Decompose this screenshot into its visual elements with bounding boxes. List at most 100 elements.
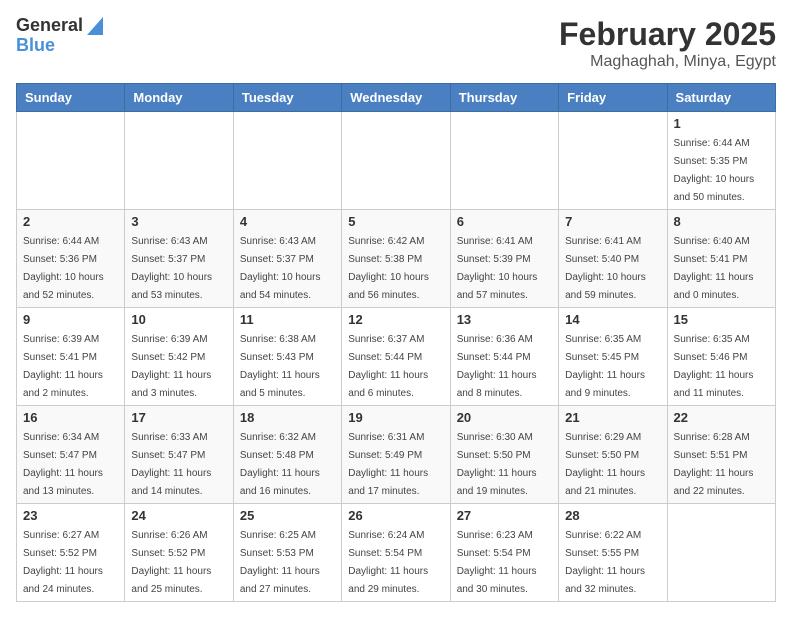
calendar-subtitle: Maghaghah, Minya, Egypt [559, 53, 776, 71]
day-info: Sunrise: 6:23 AM Sunset: 5:54 PM Dayligh… [457, 530, 537, 595]
day-number: 26 [348, 508, 443, 523]
calendar-cell: 18 Sunrise: 6:32 AM Sunset: 5:48 PM Dayli… [233, 406, 341, 504]
day-number: 24 [131, 508, 226, 523]
day-info: Sunrise: 6:27 AM Sunset: 5:52 PM Dayligh… [23, 530, 103, 595]
calendar-cell: 27 Sunrise: 6:23 AM Sunset: 5:54 PM Dayli… [450, 504, 558, 602]
day-number: 10 [131, 312, 226, 327]
calendar-cell: 17 Sunrise: 6:33 AM Sunset: 5:47 PM Dayli… [125, 406, 233, 504]
week-row-2: 2 Sunrise: 6:44 AM Sunset: 5:36 PM Daylig… [17, 210, 776, 308]
calendar-cell: 25Sunrise: 6:25 AM Sunset: 5:53 PM Dayli… [233, 504, 341, 602]
calendar-cell [450, 112, 558, 210]
calendar-cell: 16 Sunrise: 6:34 AM Sunset: 5:47 PM Dayli… [17, 406, 125, 504]
day-info: Sunrise: 6:44 AM Sunset: 5:35 PM Dayligh… [674, 138, 755, 203]
logo: General Blue [16, 16, 103, 56]
day-number: 14 [565, 312, 660, 327]
day-number: 17 [131, 410, 226, 425]
day-number: 16 [23, 410, 118, 425]
calendar-cell: 28Sunrise: 6:22 AM Sunset: 5:55 PM Dayli… [559, 504, 667, 602]
weekday-header-row: SundayMondayTuesdayWednesdayThursdayFrid… [17, 84, 776, 112]
day-info: Sunrise: 6:24 AM Sunset: 5:54 PM Dayligh… [348, 530, 428, 595]
day-info: Sunrise: 6:35 AM Sunset: 5:46 PM Dayligh… [674, 334, 754, 399]
day-number: 27 [457, 508, 552, 523]
day-number: 20 [457, 410, 552, 425]
calendar-table: SundayMondayTuesdayWednesdayThursdayFrid… [16, 83, 776, 602]
day-number: 19 [348, 410, 443, 425]
calendar-cell [667, 504, 775, 602]
day-number: 21 [565, 410, 660, 425]
calendar-cell: 20 Sunrise: 6:30 AM Sunset: 5:50 PM Dayli… [450, 406, 558, 504]
day-number: 23 [23, 508, 118, 523]
calendar-cell: 21 Sunrise: 6:29 AM Sunset: 5:50 PM Dayli… [559, 406, 667, 504]
calendar-cell: 10 Sunrise: 6:39 AM Sunset: 5:42 PM Dayli… [125, 308, 233, 406]
day-number: 9 [23, 312, 118, 327]
day-info: Sunrise: 6:44 AM Sunset: 5:36 PM Dayligh… [23, 236, 104, 301]
day-info: Sunrise: 6:39 AM Sunset: 5:41 PM Dayligh… [23, 334, 103, 399]
day-number: 6 [457, 214, 552, 229]
day-number: 15 [674, 312, 769, 327]
calendar-cell: 12Sunrise: 6:37 AM Sunset: 5:44 PM Dayli… [342, 308, 450, 406]
day-info: Sunrise: 6:41 AM Sunset: 5:40 PM Dayligh… [565, 236, 646, 301]
weekday-header-saturday: Saturday [667, 84, 775, 112]
day-number: 2 [23, 214, 118, 229]
day-info: Sunrise: 6:28 AM Sunset: 5:51 PM Dayligh… [674, 432, 754, 497]
day-info: Sunrise: 6:42 AM Sunset: 5:38 PM Dayligh… [348, 236, 429, 301]
header: General Blue February 2025 Maghaghah, Mi… [16, 16, 776, 71]
weekday-header-sunday: Sunday [17, 84, 125, 112]
day-number: 18 [240, 410, 335, 425]
calendar-cell: 7 Sunrise: 6:41 AM Sunset: 5:40 PM Daylig… [559, 210, 667, 308]
calendar-cell: 26 Sunrise: 6:24 AM Sunset: 5:54 PM Dayli… [342, 504, 450, 602]
calendar-cell [125, 112, 233, 210]
day-info: Sunrise: 6:38 AM Sunset: 5:43 PM Dayligh… [240, 334, 320, 399]
day-info: Sunrise: 6:36 AM Sunset: 5:44 PM Dayligh… [457, 334, 537, 399]
day-info: Sunrise: 6:30 AM Sunset: 5:50 PM Dayligh… [457, 432, 537, 497]
day-info: Sunrise: 6:43 AM Sunset: 5:37 PM Dayligh… [131, 236, 212, 301]
weekday-header-tuesday: Tuesday [233, 84, 341, 112]
day-info: Sunrise: 6:40 AM Sunset: 5:41 PM Dayligh… [674, 236, 754, 301]
calendar-cell: 24 Sunrise: 6:26 AM Sunset: 5:52 PM Dayli… [125, 504, 233, 602]
week-row-3: 9 Sunrise: 6:39 AM Sunset: 5:41 PM Daylig… [17, 308, 776, 406]
calendar-title: February 2025 [559, 16, 776, 53]
calendar-cell: 3Sunrise: 6:43 AM Sunset: 5:37 PM Daylig… [125, 210, 233, 308]
calendar-cell [559, 112, 667, 210]
day-info: Sunrise: 6:22 AM Sunset: 5:55 PM Dayligh… [565, 530, 645, 595]
weekday-header-wednesday: Wednesday [342, 84, 450, 112]
calendar-cell: 14 Sunrise: 6:35 AM Sunset: 5:45 PM Dayli… [559, 308, 667, 406]
day-info: Sunrise: 6:26 AM Sunset: 5:52 PM Dayligh… [131, 530, 211, 595]
calendar-cell: 11 Sunrise: 6:38 AM Sunset: 5:43 PM Dayli… [233, 308, 341, 406]
day-number: 11 [240, 312, 335, 327]
day-number: 1 [674, 116, 769, 131]
day-info: Sunrise: 6:39 AM Sunset: 5:42 PM Dayligh… [131, 334, 211, 399]
calendar-cell: 15 Sunrise: 6:35 AM Sunset: 5:46 PM Dayli… [667, 308, 775, 406]
logo-general-text: General [16, 16, 83, 36]
day-info: Sunrise: 6:31 AM Sunset: 5:49 PM Dayligh… [348, 432, 428, 497]
calendar-cell: 8Sunrise: 6:40 AM Sunset: 5:41 PM Daylig… [667, 210, 775, 308]
day-number: 7 [565, 214, 660, 229]
weekday-header-friday: Friday [559, 84, 667, 112]
calendar-cell: 19 Sunrise: 6:31 AM Sunset: 5:49 PM Dayli… [342, 406, 450, 504]
calendar-cell: 1 Sunrise: 6:44 AM Sunset: 5:35 PM Daylig… [667, 112, 775, 210]
day-info: Sunrise: 6:32 AM Sunset: 5:48 PM Dayligh… [240, 432, 320, 497]
calendar-cell: 13 Sunrise: 6:36 AM Sunset: 5:44 PM Dayli… [450, 308, 558, 406]
day-number: 13 [457, 312, 552, 327]
day-info: Sunrise: 6:41 AM Sunset: 5:39 PM Dayligh… [457, 236, 538, 301]
day-info: Sunrise: 6:33 AM Sunset: 5:47 PM Dayligh… [131, 432, 211, 497]
day-info: Sunrise: 6:43 AM Sunset: 5:37 PM Dayligh… [240, 236, 321, 301]
weekday-header-monday: Monday [125, 84, 233, 112]
calendar-cell: 2 Sunrise: 6:44 AM Sunset: 5:36 PM Daylig… [17, 210, 125, 308]
day-info: Sunrise: 6:37 AM Sunset: 5:44 PM Dayligh… [348, 334, 428, 399]
day-info: Sunrise: 6:29 AM Sunset: 5:50 PM Dayligh… [565, 432, 645, 497]
logo-blue-text: Blue [16, 36, 103, 56]
day-info: Sunrise: 6:35 AM Sunset: 5:45 PM Dayligh… [565, 334, 645, 399]
day-info: Sunrise: 6:25 AM Sunset: 5:53 PM Dayligh… [240, 530, 320, 595]
calendar-cell [233, 112, 341, 210]
logo-arrow-icon [87, 17, 103, 35]
day-number: 4 [240, 214, 335, 229]
day-number: 22 [674, 410, 769, 425]
calendar-cell [342, 112, 450, 210]
calendar-cell: 22 Sunrise: 6:28 AM Sunset: 5:51 PM Dayli… [667, 406, 775, 504]
week-row-1: 1 Sunrise: 6:44 AM Sunset: 5:35 PM Daylig… [17, 112, 776, 210]
week-row-4: 16 Sunrise: 6:34 AM Sunset: 5:47 PM Dayli… [17, 406, 776, 504]
day-info: Sunrise: 6:34 AM Sunset: 5:47 PM Dayligh… [23, 432, 103, 497]
calendar-cell [17, 112, 125, 210]
title-area: February 2025 Maghaghah, Minya, Egypt [559, 16, 776, 71]
